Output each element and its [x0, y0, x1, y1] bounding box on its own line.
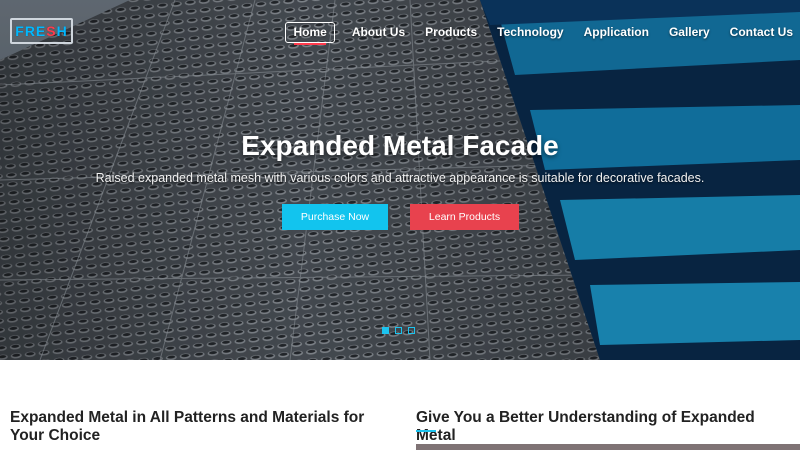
section-heading-patterns: Expanded Metal in All Patterns and Mater… [10, 409, 365, 444]
brand-logo[interactable]: FRESH [10, 18, 73, 44]
hero-slider: FRESH Home About Us Products Technology … [0, 0, 800, 360]
slide-dot-3[interactable] [408, 327, 415, 334]
hero-title: Expanded Metal Facade [241, 130, 559, 161]
section-heading-understanding: Give You a Better Understanding of Expan… [416, 409, 755, 444]
nav-products[interactable]: Products [418, 23, 484, 41]
slide-dot-2[interactable] [395, 327, 402, 334]
hero-subtitle: Raised expanded metal mesh with various … [95, 171, 705, 185]
nav-technology[interactable]: Technology [490, 23, 570, 41]
nav-contact-us[interactable]: Contact Us [723, 23, 800, 41]
heading-underline [416, 430, 436, 432]
video-preview[interactable] [416, 444, 800, 450]
nav-home[interactable]: Home [285, 21, 335, 45]
nav-gallery[interactable]: Gallery [662, 23, 717, 41]
nav-about-us[interactable]: About Us [345, 23, 412, 41]
slide-dot-1[interactable] [382, 327, 389, 334]
purchase-now-button[interactable]: Purchase Now [282, 204, 388, 230]
main-nav: Home About Us Products Technology Applic… [285, 21, 800, 45]
learn-products-button[interactable]: Learn Products [410, 204, 519, 230]
nav-application[interactable]: Application [577, 23, 656, 41]
slider-pagination [382, 327, 421, 334]
